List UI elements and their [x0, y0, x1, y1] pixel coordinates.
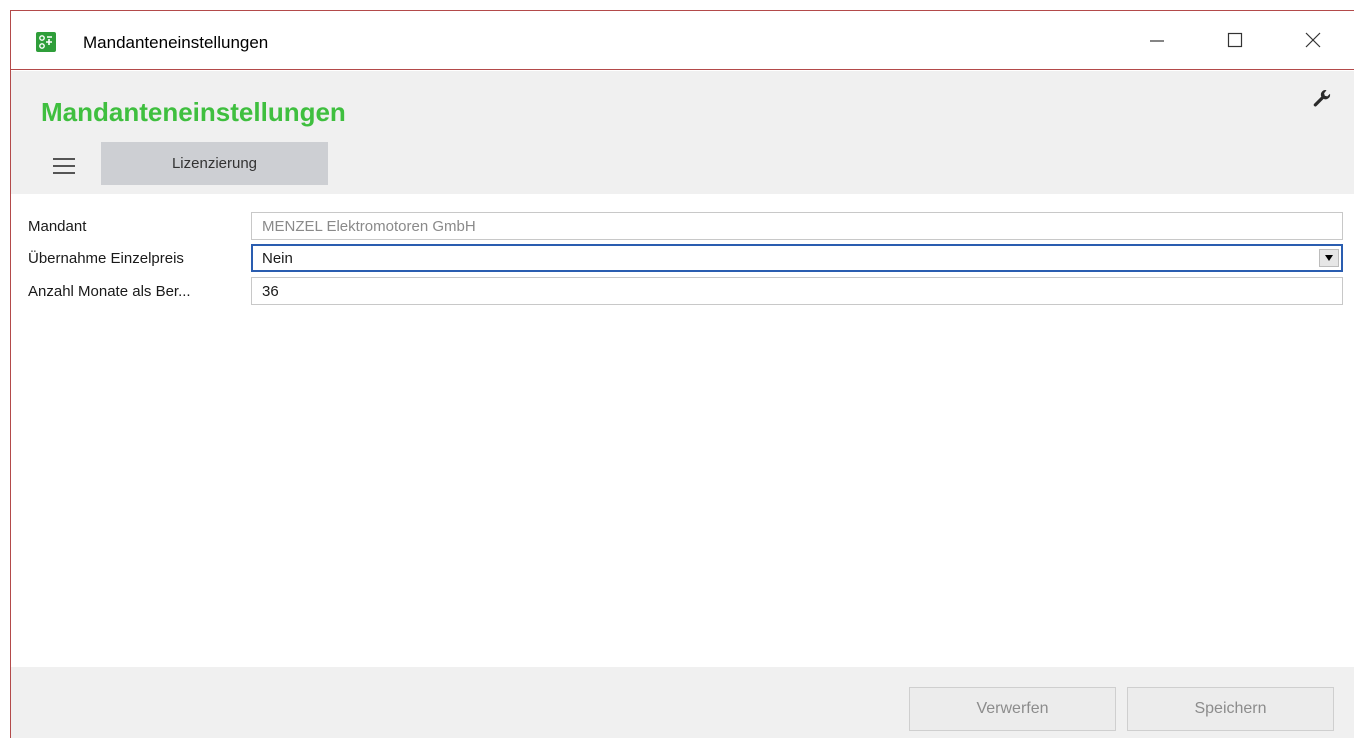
application-window: Mandanteneinstellungen Mandanteneinstell…	[10, 10, 1354, 738]
window-title: Mandanteneinstellungen	[83, 33, 269, 52]
einzelpreis-label: Übernahme Einzelpreis	[28, 250, 184, 267]
footer-bar: Verwerfen Speichern	[11, 667, 1354, 738]
form-row-einzelpreis: Übernahme Einzelpreis Nein	[11, 244, 1354, 272]
minimize-button[interactable]	[1129, 11, 1185, 69]
wrench-icon[interactable]	[1309, 87, 1333, 111]
close-icon	[1305, 32, 1321, 48]
form-row-monate: Anzahl Monate als Ber... 36	[11, 277, 1354, 305]
einzelpreis-selected-value: Nein	[262, 250, 293, 267]
monate-input[interactable]: 36	[251, 277, 1343, 305]
mandant-field: MENZEL Elektromotoren GmbH	[251, 212, 1343, 240]
page-title: Mandanteneinstellungen	[41, 97, 346, 127]
save-button[interactable]: Speichern	[1127, 687, 1334, 731]
hamburger-menu-icon[interactable]	[51, 153, 79, 181]
tab-lizenzierung[interactable]: Lizenzierung	[101, 142, 328, 185]
chevron-down-icon	[1325, 255, 1333, 261]
dropdown-button[interactable]	[1319, 249, 1339, 267]
title-bar: Mandanteneinstellungen	[11, 11, 1354, 70]
einzelpreis-select[interactable]: Nein	[251, 244, 1343, 272]
maximize-icon	[1227, 32, 1243, 48]
app-logo-icon	[36, 32, 56, 52]
form-row-mandant: Mandant MENZEL Elektromotoren GmbH	[11, 212, 1354, 240]
mandant-label: Mandant	[28, 218, 87, 235]
maximize-button[interactable]	[1207, 11, 1263, 69]
discard-button[interactable]: Verwerfen	[909, 687, 1116, 731]
minimize-icon	[1150, 40, 1164, 42]
close-button[interactable]	[1285, 11, 1341, 69]
page-header: Mandanteneinstellungen Lizenzierung	[11, 71, 1354, 194]
monate-label: Anzahl Monate als Ber...	[28, 283, 191, 300]
